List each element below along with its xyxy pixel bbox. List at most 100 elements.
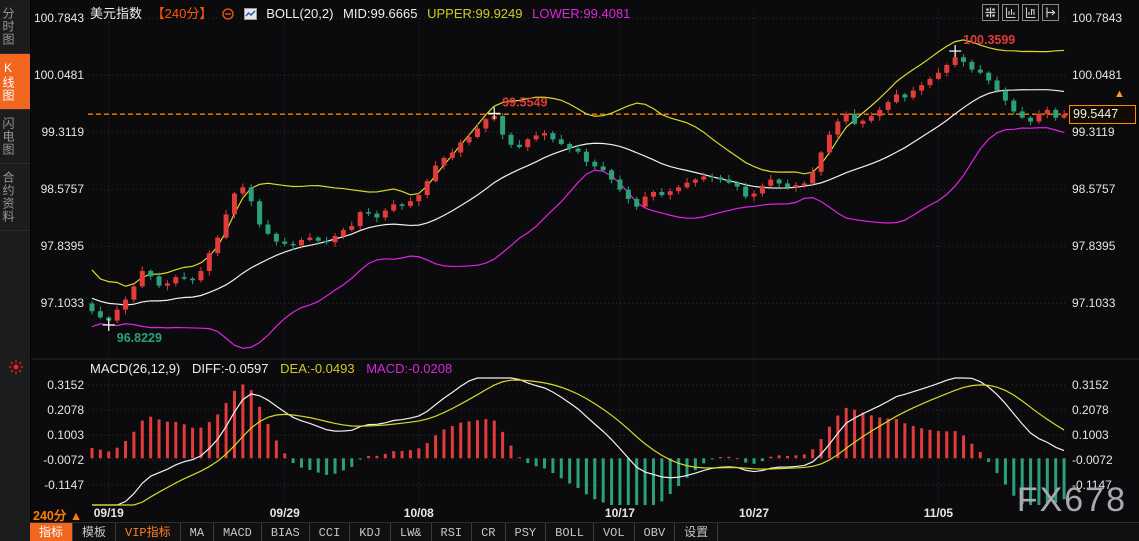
candle-body <box>709 176 715 178</box>
macd-hist-bar <box>769 456 773 459</box>
candle-body <box>273 233 279 242</box>
candle-body <box>542 133 548 136</box>
candle-body <box>458 142 464 153</box>
y-axis-label-left: 100.0481 <box>34 68 84 82</box>
macd-hist-bar <box>610 458 614 505</box>
candle-body <box>676 187 682 192</box>
chart-tools <box>982 4 1059 21</box>
macd-hist-bar <box>241 384 245 459</box>
macd-hist-bar <box>459 422 463 459</box>
macd-axis-label-right: -0.0072 <box>1072 453 1113 467</box>
macd-hist-bar <box>903 423 907 459</box>
price-arrow-icon: ▲ <box>1114 88 1125 101</box>
macd-hist-bar <box>920 428 924 459</box>
macd-hist-bar <box>593 458 597 500</box>
pan-right-icon[interactable] <box>1042 4 1059 21</box>
toolbar-item-VOL[interactable]: VOL <box>594 523 635 541</box>
toolbar-item-PSY[interactable]: PSY <box>506 523 547 541</box>
candle-body <box>860 120 866 124</box>
macd-hist-bar <box>375 455 379 459</box>
macd-hist-bar <box>811 449 815 459</box>
toolbar-item-RSI[interactable]: RSI <box>432 523 473 541</box>
collapse-indicator-icon[interactable] <box>222 8 234 23</box>
toolbar-item-模板[interactable]: 模板 <box>73 523 117 541</box>
toolbar-item-设置[interactable]: 设置 <box>675 523 719 541</box>
macd-hist-bar <box>710 458 714 460</box>
kline-type-icon[interactable] <box>243 8 257 23</box>
macd-hist-bar <box>886 418 890 459</box>
macd-hist-bar <box>157 419 161 459</box>
macd-hist-bar <box>191 427 195 459</box>
candle-body <box>843 113 849 122</box>
candle-body <box>508 134 514 145</box>
toolbar-item-MACD[interactable]: MACD <box>214 523 262 541</box>
sidebar-item-contract-info[interactable]: 合约资料 <box>0 164 30 231</box>
toolbar-item-指标[interactable]: 指标 <box>30 523 74 541</box>
macd-axis-label-right: 0.1003 <box>1072 428 1109 442</box>
toolbar-item-BOLL[interactable]: BOLL <box>546 523 594 541</box>
candle-body <box>483 119 489 129</box>
candle-body <box>726 179 732 183</box>
instrument-title: 美元指数 <box>90 6 143 21</box>
sidebar: 分时图 K线图 闪电图 合约资料 <box>0 0 31 541</box>
toolbar-item-CCI[interactable]: CCI <box>310 523 351 541</box>
macd-hist-bar <box>1003 458 1007 485</box>
toolbar-item-VIP指标[interactable]: VIP指标 <box>116 523 181 541</box>
toolbar-item-CR[interactable]: CR <box>472 523 506 541</box>
candle-body <box>994 80 1000 91</box>
x-axis-date-label: 10/17 <box>605 506 635 520</box>
macd-hist-bar <box>543 458 547 469</box>
period-tag[interactable]: 【240分】 <box>152 6 213 21</box>
candle-body <box>315 237 321 241</box>
boll-band-line <box>91 39 1065 287</box>
macd-hist-bar <box>777 455 781 459</box>
candle-body <box>835 121 841 135</box>
macd-hist-bar <box>341 458 345 471</box>
current-price-tag: 99.5447 <box>1069 105 1136 125</box>
macd-hist-bar <box>283 453 287 459</box>
price-annotation: 100.3599 <box>963 33 1015 47</box>
macd-hist-bar <box>786 455 790 459</box>
alert-icon[interactable] <box>9 360 23 379</box>
toolbar-item-KDJ[interactable]: KDJ <box>350 523 391 541</box>
sidebar-item-kline-chart[interactable]: K线图 <box>0 54 30 110</box>
macd-axis-label-right: 0.2078 <box>1072 403 1109 417</box>
candle-body <box>1044 109 1050 114</box>
toolbar-item-MA[interactable]: MA <box>181 523 215 541</box>
candle-body <box>466 136 472 143</box>
candle-body <box>164 283 170 286</box>
move-tool-icon[interactable] <box>982 4 999 21</box>
y-axis-label-right: 100.7843 <box>1072 11 1122 25</box>
candle-body <box>391 204 397 211</box>
macd-hist-bar <box>584 458 588 495</box>
scale-left-icon[interactable] <box>1002 4 1019 21</box>
price-annotation: 96.8229 <box>117 331 162 345</box>
macd-hist-bar <box>501 431 505 459</box>
candle-body <box>416 195 422 202</box>
scale-right-icon[interactable] <box>1022 4 1039 21</box>
candle-body <box>89 303 95 312</box>
candle-body <box>885 102 891 110</box>
macd-hist-bar <box>224 402 228 459</box>
sidebar-item-time-chart[interactable]: 分时图 <box>0 0 30 54</box>
candle-body <box>223 214 229 238</box>
toolbar-item-BIAS[interactable]: BIAS <box>262 523 310 541</box>
candle-body <box>734 182 740 187</box>
candle-body <box>114 309 120 321</box>
sidebar-item-flash-chart[interactable]: 闪电图 <box>0 110 30 164</box>
candle-body <box>357 212 363 227</box>
macd-hist-bar <box>316 458 320 473</box>
candle-body <box>340 229 346 237</box>
macd-hist-bar <box>551 458 555 474</box>
macd-hist-bar <box>124 441 128 459</box>
toolbar-item-OBV[interactable]: OBV <box>635 523 676 541</box>
toolbar-item-LW&[interactable]: LW& <box>391 523 432 541</box>
candle-body <box>1061 114 1067 118</box>
x-axis-date-label: 10/27 <box>739 506 769 520</box>
macd-hist-bar <box>911 426 915 459</box>
boll-label: BOLL(20,2) <box>266 6 334 21</box>
chart-header: 美元指数 【240分】 BOLL(20,2) MID:99.6665 UPPER… <box>90 3 636 23</box>
macd-hist-bar <box>291 458 295 464</box>
candle-body <box>299 239 304 246</box>
chart-canvas[interactable]: 09/19 09/29 10/08 10/17 10/27 11/05 96.8229 99.… <box>0 0 1139 541</box>
